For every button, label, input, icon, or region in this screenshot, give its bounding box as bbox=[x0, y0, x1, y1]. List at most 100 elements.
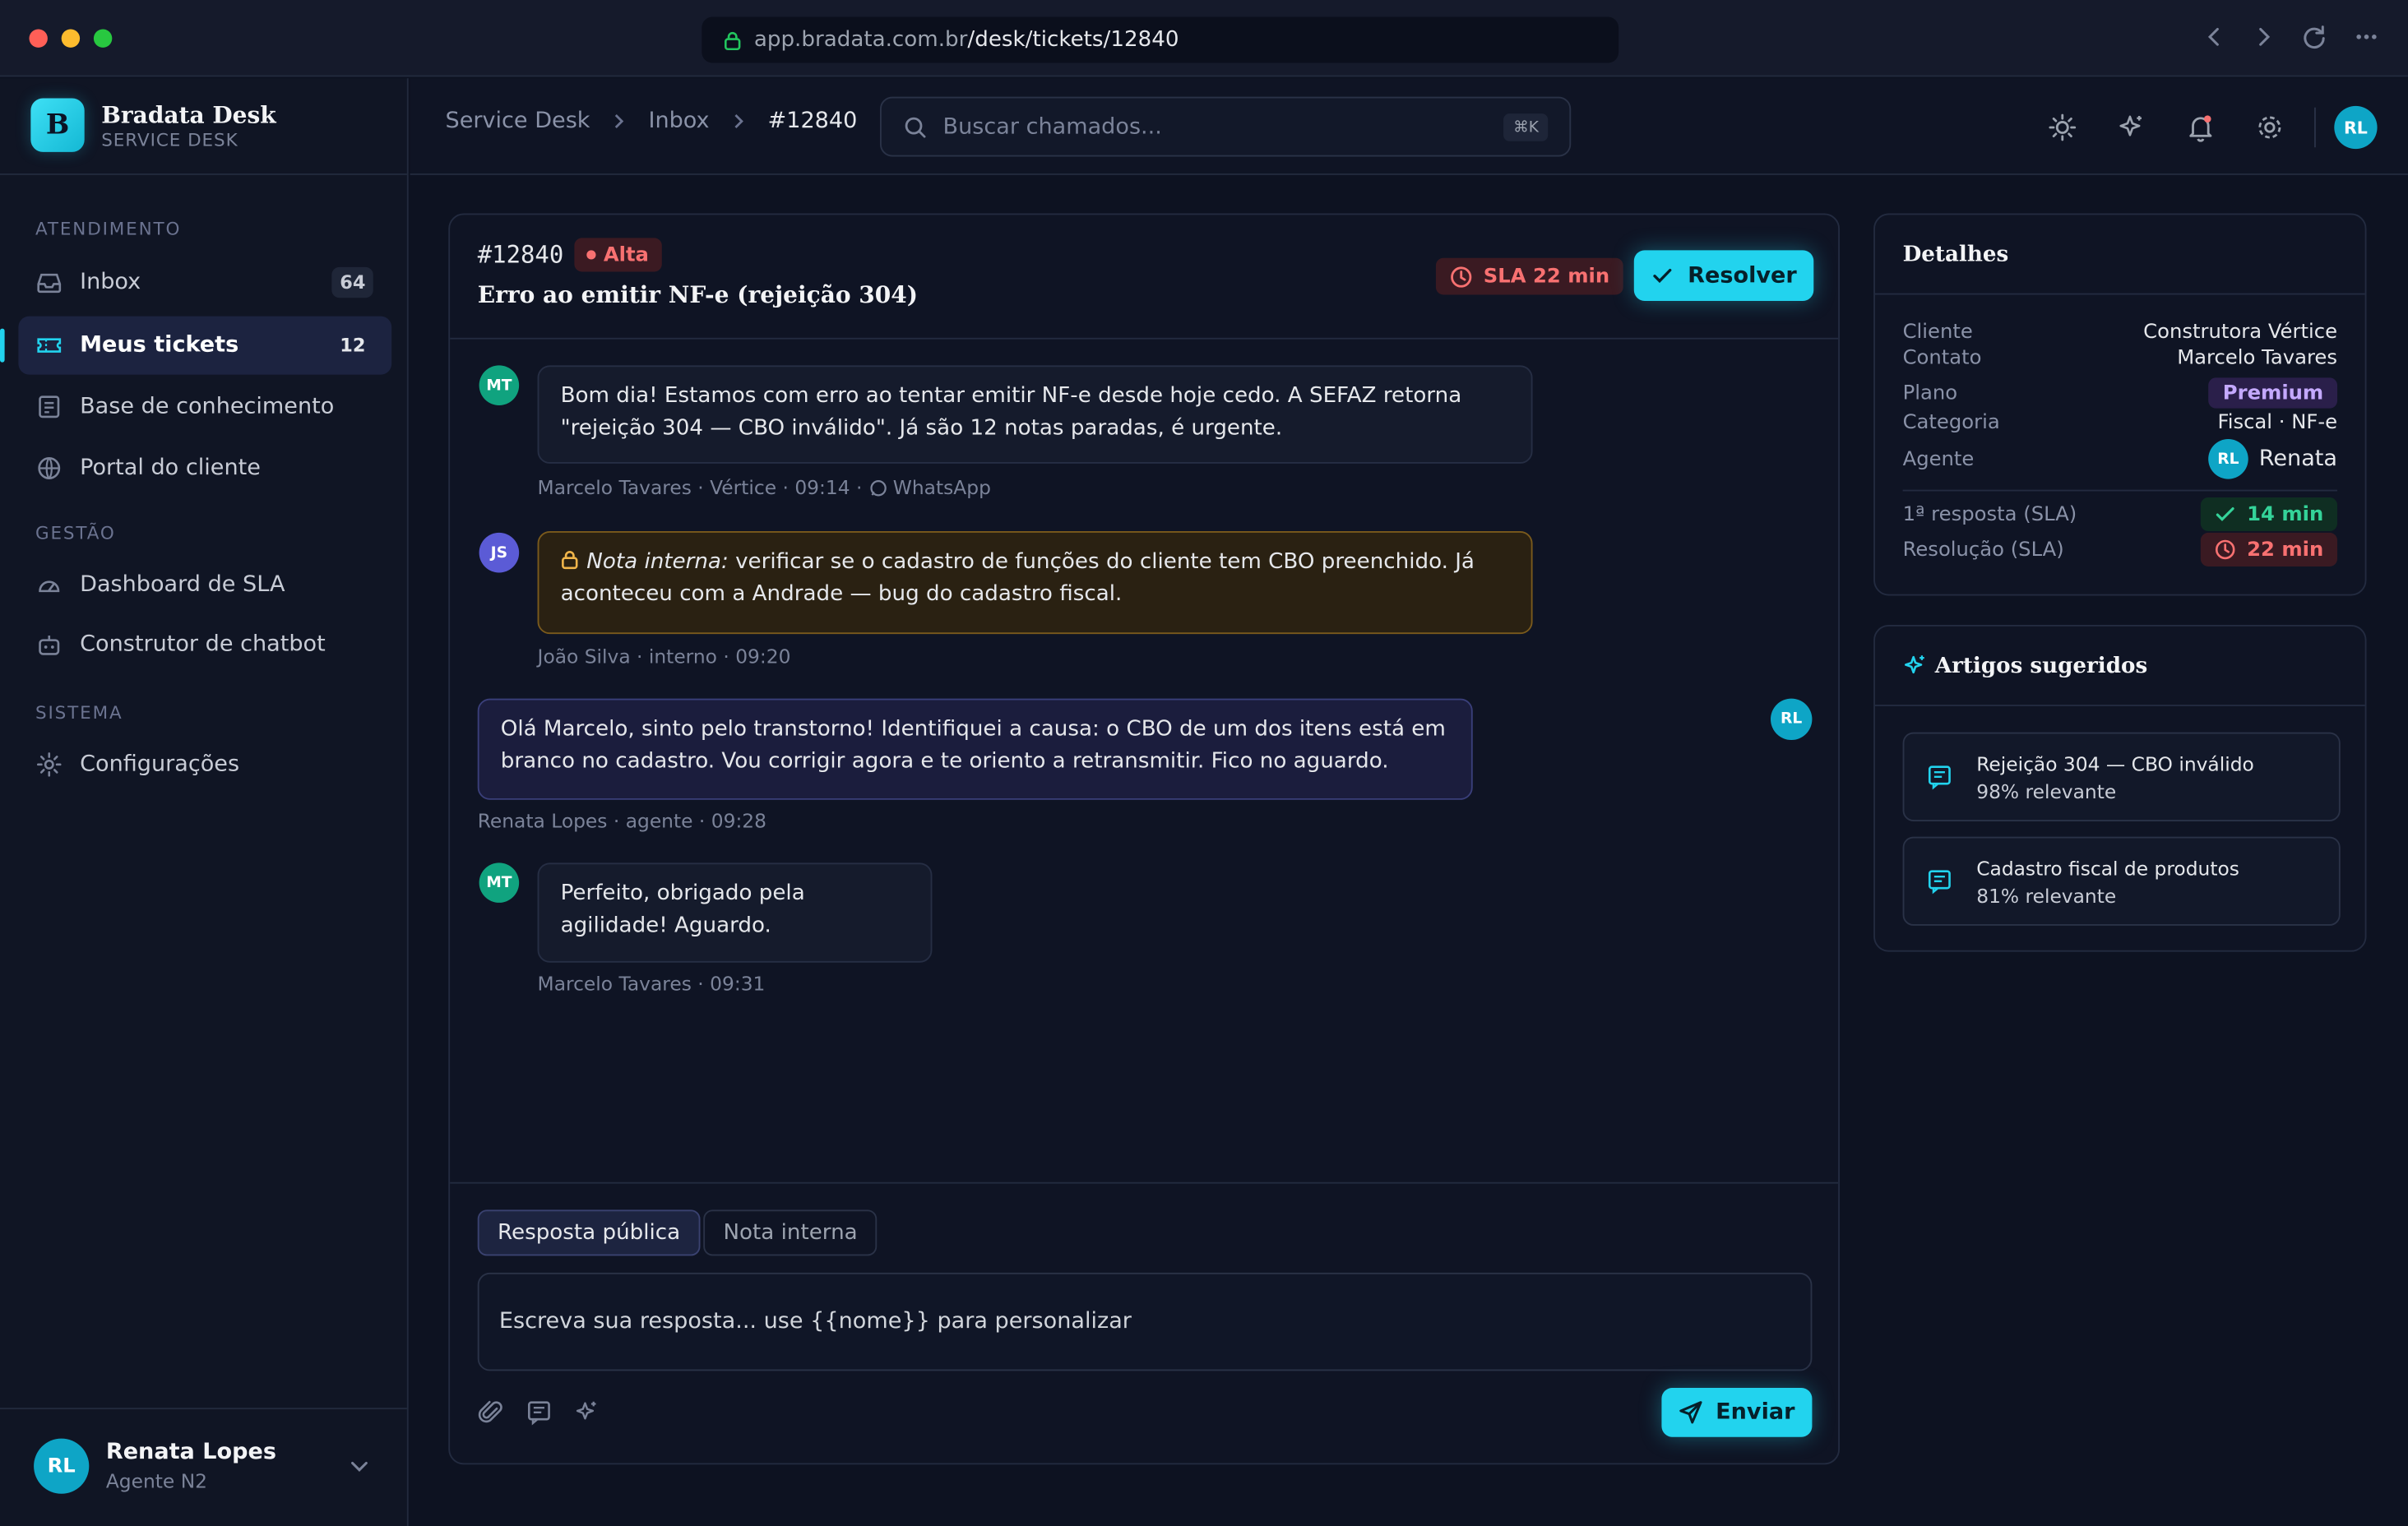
avatar[interactable]: RL bbox=[2334, 105, 2378, 150]
resolve-label: Resolver bbox=[1688, 263, 1797, 289]
article-icon bbox=[1926, 763, 1954, 791]
ai-sparkle-icon[interactable] bbox=[2109, 104, 2155, 150]
brand[interactable]: B Bradata Desk SERVICE DESK bbox=[30, 98, 276, 152]
chevron-down-icon[interactable] bbox=[347, 1454, 372, 1478]
brand-name: Bradata Desk bbox=[101, 100, 276, 128]
ai-sparkle-icon[interactable] bbox=[573, 1399, 601, 1427]
sla-badge: SLA 22 min bbox=[1435, 257, 1623, 295]
article-title: Rejeição 304 — CBO inválido bbox=[1976, 751, 2254, 775]
sidebar: B Bradata Desk SERVICE DESK ATENDIMENTO … bbox=[0, 78, 409, 1526]
detail-key: Agente bbox=[1902, 447, 1975, 471]
attachment-icon[interactable] bbox=[478, 1399, 506, 1427]
composer-tools bbox=[478, 1399, 600, 1427]
close-window-button[interactable] bbox=[29, 29, 48, 48]
tab-internal-note[interactable]: Nota interna bbox=[703, 1209, 878, 1256]
user-name: Renata Lopes bbox=[105, 1440, 276, 1465]
note-label: Nota interna: bbox=[586, 549, 729, 575]
avatar: JS bbox=[479, 532, 520, 573]
sidebar-item-configuracoes[interactable]: Configurações bbox=[18, 735, 391, 793]
forward-icon[interactable] bbox=[2251, 23, 2276, 51]
ticket-id: #12840 bbox=[477, 241, 564, 269]
sidebar-item-portal-do-cliente[interactable]: Portal do cliente bbox=[18, 439, 391, 497]
sidebar-item-label: Inbox bbox=[80, 270, 141, 295]
reload-icon[interactable] bbox=[2300, 23, 2328, 51]
brand-subtitle: SERVICE DESK bbox=[101, 127, 238, 150]
lock-icon bbox=[723, 30, 741, 50]
priority-label: Alta bbox=[603, 243, 649, 266]
search-placeholder: Buscar chamados... bbox=[942, 114, 1162, 139]
avatar: RL bbox=[2208, 439, 2248, 479]
agent-message: Olá Marcelo, sinto pelo transtorno! Iden… bbox=[477, 698, 1473, 800]
article-title: Cadastro fiscal de produtos bbox=[1976, 856, 2239, 880]
detail-value[interactable]: Construtora Vértice bbox=[2143, 321, 2337, 344]
agent-name: Renata bbox=[2258, 446, 2338, 472]
breadcrumb-chevron-icon bbox=[612, 112, 627, 130]
avatar: RL bbox=[1770, 698, 1813, 740]
ticket-title: Erro ao emitir NF-e (rejeição 304) bbox=[477, 280, 919, 309]
detail-key: Categoria bbox=[1902, 411, 2000, 435]
book-icon bbox=[35, 393, 63, 421]
sidebar-item-label: Configurações bbox=[80, 751, 240, 777]
search-input[interactable]: Buscar chamados... ⌘K bbox=[879, 96, 1572, 157]
agent-assignee[interactable]: RL Renata bbox=[2208, 439, 2337, 479]
more-icon[interactable] bbox=[2353, 23, 2381, 51]
user-role: Agente N2 bbox=[105, 1468, 208, 1492]
breadcrumb-item-inbox[interactable]: Inbox bbox=[648, 109, 709, 134]
section-label-atendimento: ATENDIMENTO bbox=[35, 218, 182, 240]
detail-row-first-response: 1ª resposta (SLA) 14 min bbox=[1902, 497, 2338, 532]
whatsapp-icon bbox=[870, 479, 888, 497]
detail-key: Resolução (SLA) bbox=[1902, 538, 2064, 562]
breadcrumb-item-current: #12840 bbox=[767, 109, 858, 134]
user-menu[interactable]: RL Renata Lopes Agente N2 bbox=[0, 1408, 407, 1526]
message-meta: Marcelo Tavares · Vértice · 09:14 · What… bbox=[538, 476, 991, 499]
send-button[interactable]: Enviar bbox=[1661, 1387, 1813, 1437]
article-item[interactable]: Cadastro fiscal de produtos 81% relevante bbox=[1902, 836, 2341, 926]
inbox-icon bbox=[35, 269, 63, 297]
message-meta: Renata Lopes · agente · 09:28 bbox=[477, 809, 767, 833]
sidebar-item-label: Meus tickets bbox=[80, 333, 239, 358]
section-label-sistema: SISTEMA bbox=[35, 701, 123, 724]
priority-badge: Alta bbox=[574, 238, 661, 272]
avatar: MT bbox=[479, 365, 520, 405]
detail-value[interactable]: Marcelo Tavares bbox=[2177, 347, 2337, 370]
priority-dot-icon bbox=[586, 250, 596, 260]
message-meta: Marcelo Tavares · 09:31 bbox=[537, 971, 766, 995]
breadcrumb-chevron-icon bbox=[731, 112, 747, 130]
canned-response-icon[interactable] bbox=[526, 1399, 553, 1427]
detail-value: Fiscal · NF-e bbox=[2217, 411, 2338, 435]
internal-note-message: Nota interna: verificar se o cadastro de… bbox=[537, 531, 1533, 635]
article-item[interactable]: Rejeição 304 — CBO inválido 98% relevante bbox=[1902, 732, 2341, 821]
brand-logo: B bbox=[30, 98, 85, 152]
notification-bell-icon[interactable] bbox=[2178, 104, 2224, 150]
maximize-window-button[interactable] bbox=[93, 29, 113, 48]
resolution-sla-badge: 22 min bbox=[2201, 532, 2338, 566]
back-icon[interactable] bbox=[2202, 23, 2227, 51]
search-icon bbox=[903, 114, 928, 139]
sidebar-divider bbox=[0, 173, 407, 175]
sidebar-item-inbox[interactable]: Inbox 64 bbox=[18, 253, 391, 312]
sidebar-item-meus-tickets[interactable]: Meus tickets 12 bbox=[0, 316, 392, 375]
sidebar-item-dashboard-de-sla[interactable]: Dashboard de SLA bbox=[18, 556, 391, 614]
top-header: Service Desk Inbox #12840 Buscar chamado… bbox=[410, 78, 2408, 175]
theme-toggle-sun-icon[interactable] bbox=[2040, 104, 2086, 150]
ticket-icon bbox=[35, 331, 63, 359]
avatar: MT bbox=[479, 862, 520, 903]
detail-row-resolution: Resolução (SLA) 22 min bbox=[1902, 532, 2338, 566]
resolve-button[interactable]: Resolver bbox=[1633, 250, 1814, 301]
sidebar-item-base-de-conhecimento[interactable]: Base de conhecimento bbox=[18, 377, 391, 436]
header-divider bbox=[2314, 107, 2316, 148]
detail-row-cliente: Cliente Construtora Vértice bbox=[1903, 321, 2337, 344]
reply-input[interactable]: Escreva sua resposta... use {{nome}} par… bbox=[477, 1272, 1813, 1371]
sparkle-icon bbox=[1903, 653, 1928, 677]
tab-public-reply[interactable]: Resposta pública bbox=[477, 1209, 701, 1256]
search-shortcut-hint: ⌘K bbox=[1503, 113, 1549, 141]
header-actions: RL bbox=[2017, 104, 2378, 150]
minimize-window-button[interactable] bbox=[61, 29, 81, 48]
sidebar-item-construtor-de-chatbot[interactable]: Construtor de chatbot bbox=[18, 616, 391, 674]
settings-gear-icon[interactable] bbox=[2247, 104, 2293, 150]
detail-key: 1ª resposta (SLA) bbox=[1902, 502, 2077, 526]
breadcrumb-item-service-desk[interactable]: Service Desk bbox=[446, 109, 590, 134]
first-response-value: 14 min bbox=[2247, 502, 2324, 526]
address-bar[interactable]: app.bradata.com.br/desk/tickets/12840 bbox=[702, 16, 1619, 63]
browser-controls bbox=[2202, 23, 2381, 51]
